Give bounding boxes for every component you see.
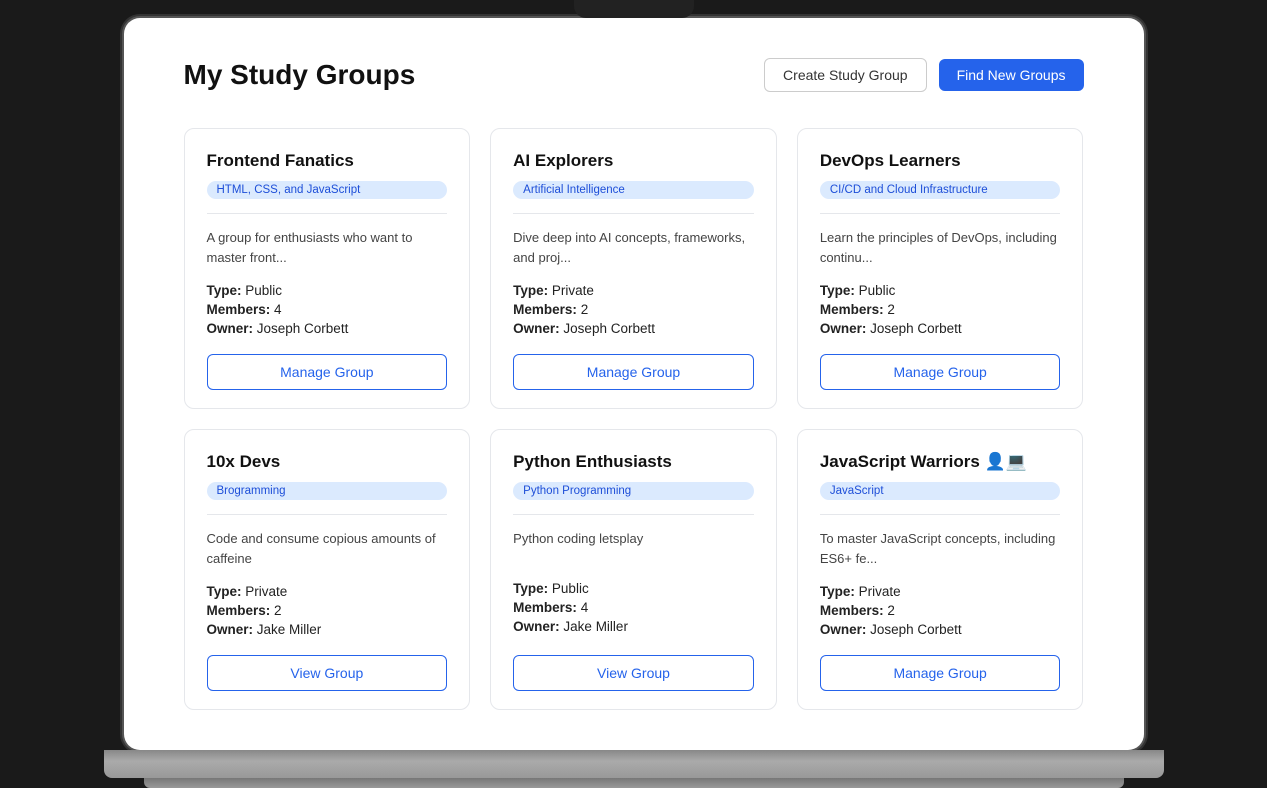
laptop-foot bbox=[144, 778, 1124, 788]
group-meta: Type: Public Members: 4 Owner: Joseph Co… bbox=[207, 283, 448, 336]
group-divider bbox=[820, 213, 1061, 214]
manage-group-button[interactable]: Manage Group bbox=[820, 655, 1061, 691]
group-owner-row: Owner: Joseph Corbett bbox=[207, 321, 448, 336]
group-type-row: Type: Private bbox=[207, 584, 448, 599]
owner-label: Owner: bbox=[820, 321, 867, 336]
type-label: Type: bbox=[207, 283, 242, 298]
groups-grid: Frontend Fanatics HTML, CSS, and JavaScr… bbox=[184, 128, 1084, 710]
group-tag: JavaScript bbox=[820, 482, 1061, 500]
group-owner-row: Owner: Joseph Corbett bbox=[513, 321, 754, 336]
members-label: Members: bbox=[207, 302, 271, 317]
manage-group-button[interactable]: Manage Group bbox=[820, 354, 1061, 390]
owner-label: Owner: bbox=[207, 321, 254, 336]
group-tag: Brogramming bbox=[207, 482, 448, 500]
group-name: AI Explorers bbox=[513, 151, 754, 171]
page-title: My Study Groups bbox=[184, 59, 416, 91]
page-content: My Study Groups Create Study Group Find … bbox=[124, 18, 1144, 750]
group-description: Dive deep into AI concepts, frameworks, … bbox=[513, 228, 754, 267]
header-actions: Create Study Group Find New Groups bbox=[764, 58, 1083, 92]
laptop-notch bbox=[574, 0, 694, 18]
group-members-row: Members: 2 bbox=[207, 603, 448, 618]
type-label: Type: bbox=[513, 581, 548, 596]
page-header: My Study Groups Create Study Group Find … bbox=[184, 58, 1084, 92]
group-card-ai-explorers: AI Explorers Artificial Intelligence Div… bbox=[490, 128, 777, 409]
group-card-devops-learners: DevOps Learners CI/CD and Cloud Infrastr… bbox=[797, 128, 1084, 409]
group-divider bbox=[820, 514, 1061, 515]
group-meta: Type: Private Members: 2 Owner: Jake Mil… bbox=[207, 584, 448, 637]
owner-label: Owner: bbox=[820, 622, 867, 637]
group-tag: Artificial Intelligence bbox=[513, 181, 754, 199]
members-label: Members: bbox=[207, 603, 271, 618]
group-type-row: Type: Private bbox=[513, 283, 754, 298]
group-type-row: Type: Public bbox=[207, 283, 448, 298]
group-card-python-enthusiasts: Python Enthusiasts Python Programming Py… bbox=[490, 429, 777, 710]
view-group-button[interactable]: View Group bbox=[207, 655, 448, 691]
owner-label: Owner: bbox=[513, 321, 560, 336]
manage-group-button[interactable]: Manage Group bbox=[513, 354, 754, 390]
type-label: Type: bbox=[820, 283, 855, 298]
group-name: Frontend Fanatics bbox=[207, 151, 448, 171]
group-name: 10x Devs bbox=[207, 452, 448, 472]
owner-label: Owner: bbox=[207, 622, 254, 637]
type-label: Type: bbox=[820, 584, 855, 599]
group-members-row: Members: 2 bbox=[820, 302, 1061, 317]
group-type-row: Type: Public bbox=[820, 283, 1061, 298]
type-label: Type: bbox=[513, 283, 548, 298]
group-meta: Type: Private Members: 2 Owner: Joseph C… bbox=[820, 584, 1061, 637]
group-name: DevOps Learners bbox=[820, 151, 1061, 171]
group-members-row: Members: 4 bbox=[207, 302, 448, 317]
group-members-row: Members: 2 bbox=[820, 603, 1061, 618]
group-tag: CI/CD and Cloud Infrastructure bbox=[820, 181, 1061, 199]
type-label: Type: bbox=[207, 584, 242, 599]
group-owner-row: Owner: Jake Miller bbox=[513, 619, 754, 634]
create-study-group-button[interactable]: Create Study Group bbox=[764, 58, 927, 92]
group-type-row: Type: Private bbox=[820, 584, 1061, 599]
group-divider bbox=[513, 213, 754, 214]
members-label: Members: bbox=[513, 302, 577, 317]
view-group-button[interactable]: View Group bbox=[513, 655, 754, 691]
group-tag: HTML, CSS, and JavaScript bbox=[207, 181, 448, 199]
group-divider bbox=[207, 514, 448, 515]
members-label: Members: bbox=[820, 302, 884, 317]
group-card-10x-devs: 10x Devs Brogramming Code and consume co… bbox=[184, 429, 471, 710]
group-card-javascript-warriors: JavaScript Warriors 👤💻 JavaScript To mas… bbox=[797, 429, 1084, 710]
laptop-screen: My Study Groups Create Study Group Find … bbox=[124, 18, 1144, 750]
group-name: JavaScript Warriors 👤💻 bbox=[820, 452, 1061, 472]
group-description: Learn the principles of DevOps, includin… bbox=[820, 228, 1061, 267]
owner-label: Owner: bbox=[513, 619, 560, 634]
group-description: A group for enthusiasts who want to mast… bbox=[207, 228, 448, 267]
group-owner-row: Owner: Joseph Corbett bbox=[820, 321, 1061, 336]
members-label: Members: bbox=[820, 603, 884, 618]
group-divider bbox=[513, 514, 754, 515]
find-new-groups-button[interactable]: Find New Groups bbox=[939, 59, 1084, 91]
group-owner-row: Owner: Joseph Corbett bbox=[820, 622, 1061, 637]
laptop-base bbox=[104, 750, 1164, 778]
group-owner-row: Owner: Jake Miller bbox=[207, 622, 448, 637]
group-members-row: Members: 2 bbox=[513, 302, 754, 317]
group-name: Python Enthusiasts bbox=[513, 452, 754, 472]
group-meta: Type: Public Members: 2 Owner: Joseph Co… bbox=[820, 283, 1061, 336]
members-label: Members: bbox=[513, 600, 577, 615]
group-card-frontend-fanatics: Frontend Fanatics HTML, CSS, and JavaScr… bbox=[184, 128, 471, 409]
group-description: Python coding letsplay bbox=[513, 529, 754, 565]
group-divider bbox=[207, 213, 448, 214]
group-type-row: Type: Public bbox=[513, 581, 754, 596]
group-description: Code and consume copious amounts of caff… bbox=[207, 529, 448, 568]
group-description: To master JavaScript concepts, including… bbox=[820, 529, 1061, 568]
group-meta: Type: Public Members: 4 Owner: Jake Mill… bbox=[513, 581, 754, 634]
group-tag: Python Programming bbox=[513, 482, 754, 500]
group-meta: Type: Private Members: 2 Owner: Joseph C… bbox=[513, 283, 754, 336]
group-members-row: Members: 4 bbox=[513, 600, 754, 615]
manage-group-button[interactable]: Manage Group bbox=[207, 354, 448, 390]
